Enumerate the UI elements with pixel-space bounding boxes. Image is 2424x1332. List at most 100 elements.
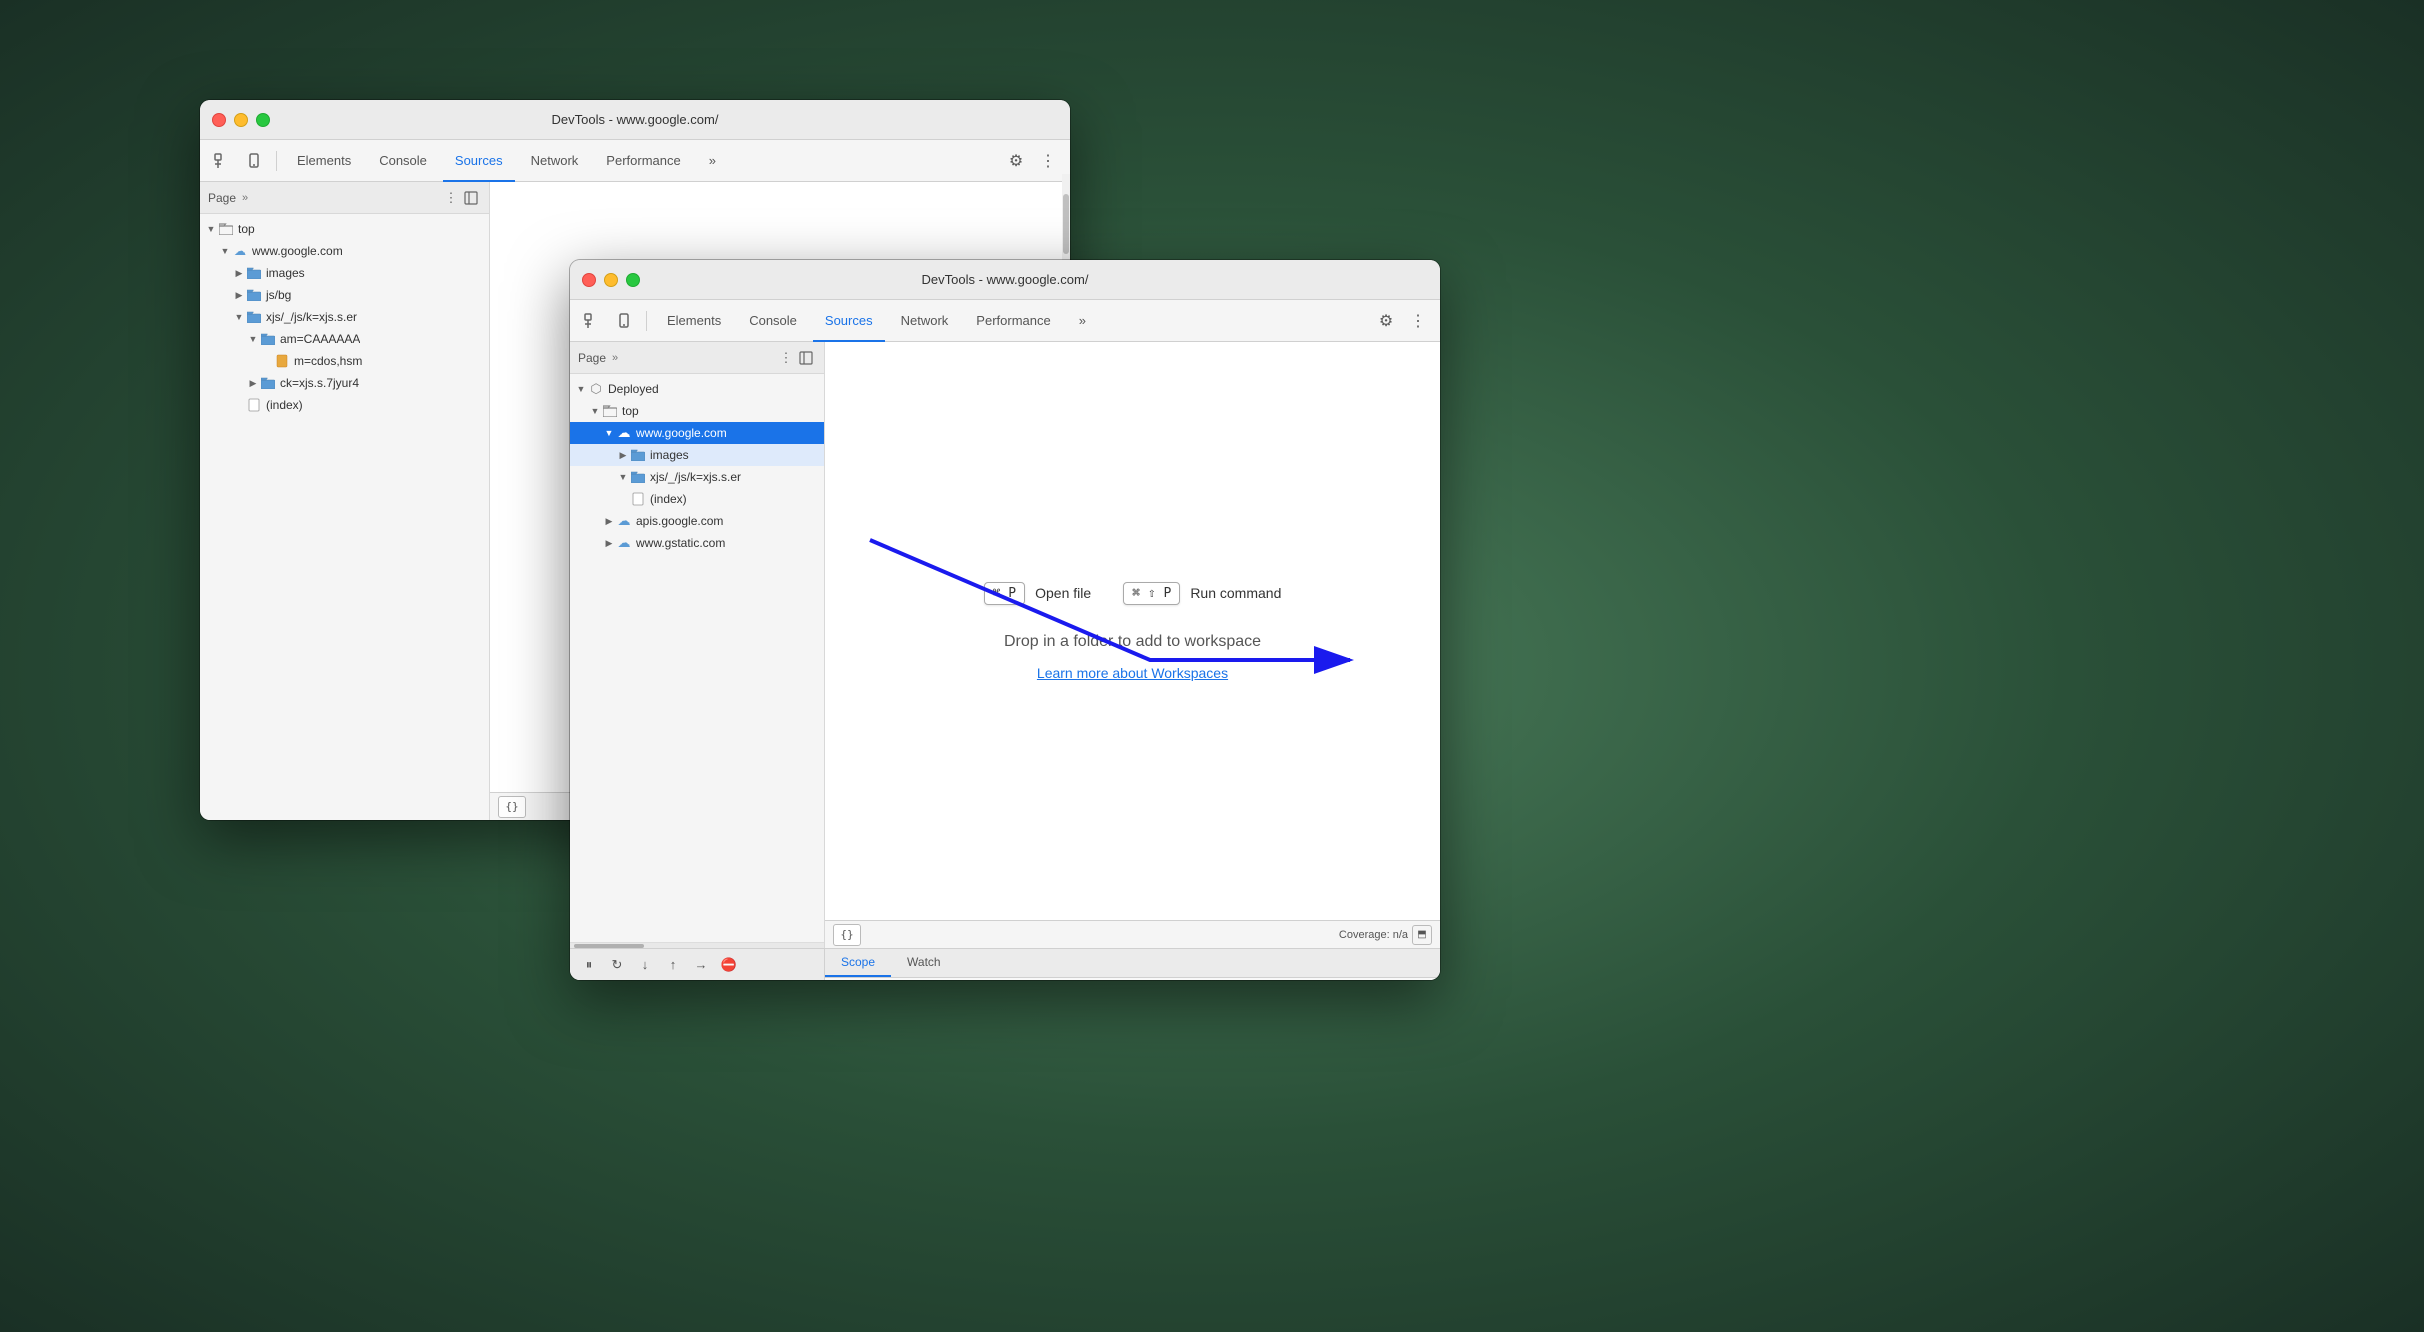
more-options-icon-front[interactable]: ⋮ [1404, 307, 1432, 335]
drop-text-front: Drop in a folder to add to workspace [1004, 633, 1261, 651]
mobile-icon-back[interactable] [240, 147, 268, 175]
settings-icon-back[interactable]: ⚙ [1002, 147, 1030, 175]
minimize-button-front[interactable] [604, 273, 618, 287]
tree-item-index-back[interactable]: ▶ (index) [200, 394, 489, 416]
tree-item-mcdos-back[interactable]: ▶ m=cdos,hsm [200, 350, 489, 372]
step-btn-front[interactable]: → [690, 954, 712, 976]
folder-icon-images [246, 265, 262, 281]
tab-more-front[interactable]: » [1067, 300, 1098, 342]
toolbar-front: Elements Console Sources Network Perform… [570, 300, 1440, 342]
cloud-icon-google: ☁ [232, 243, 248, 259]
debugger-sidebar-front: ⏸ ↻ ↓ ↑ → ⛔ ▼ Breakpoints Pause on uncau… [570, 949, 825, 980]
toolbar-sep-front [646, 311, 647, 331]
tree-item-deployed-front[interactable]: ▼ ⬡ Deployed [570, 378, 824, 400]
maximize-button-back[interactable] [256, 113, 270, 127]
tree-item-xjs-back[interactable]: ▼ xjs/_/js/k=xjs.s.er [200, 306, 489, 328]
tree-label: am=CAAAAAA [280, 332, 360, 346]
tree-label: js/bg [266, 288, 291, 302]
coverage-icon-front[interactable]: ⬒ [1412, 925, 1432, 945]
folder-icon-jsbg [246, 287, 262, 303]
tab-network-front[interactable]: Network [889, 300, 961, 342]
file-icon-mcdos [274, 353, 290, 369]
box-icon-deployed: ⬡ [588, 381, 604, 397]
right-panel-front: ⌘ P Open file ⌘ ⇧ P Run command Drop in … [825, 342, 1440, 948]
tree-label: images [266, 266, 305, 280]
title-bar-back: DevTools - www.google.com/ [200, 100, 1070, 140]
tree-item-google-back[interactable]: ▼ ☁ www.google.com [200, 240, 489, 262]
more-options-icon-back[interactable]: ⋮ [1034, 147, 1062, 175]
sidebar-page-label-front: Page [578, 351, 606, 365]
tree-item-images-front[interactable]: ▶ images [570, 444, 824, 466]
close-button-back[interactable] [212, 113, 226, 127]
tree-item-top-front[interactable]: ▼ top [570, 400, 824, 422]
tree-label: m=cdos,hsm [294, 354, 362, 368]
cloud-icon-apis-front: ☁ [616, 513, 632, 529]
tree-label: top [238, 222, 255, 236]
folder-icon-top [218, 221, 234, 237]
tab-sources-front[interactable]: Sources [813, 300, 885, 342]
tree-item-am-back[interactable]: ▼ am=CAAAAAA [200, 328, 489, 350]
mobile-icon-front[interactable] [610, 307, 638, 335]
tab-console-front[interactable]: Console [737, 300, 809, 342]
tab-sources-back[interactable]: Sources [443, 140, 515, 182]
kbd-cmd-p-front: ⌘ P [984, 582, 1025, 605]
cloud-icon-gstatic-front: ☁ [616, 535, 632, 551]
sidebar-menu-icon-back[interactable]: ⋮ [441, 188, 461, 208]
tab-elements-front[interactable]: Elements [655, 300, 733, 342]
step-into-btn-front[interactable]: ↓ [634, 954, 656, 976]
step-out-btn-front[interactable]: ↑ [662, 954, 684, 976]
watch-tab-front[interactable]: Watch [891, 949, 957, 977]
folder-icon-top-front [602, 403, 618, 419]
tree-item-apis-front[interactable]: ▶ ☁ apis.google.com [570, 510, 824, 532]
tree-item-google-front[interactable]: ▼ ☁ www.google.com [570, 422, 824, 444]
inspector-icon-back[interactable] [208, 147, 236, 175]
format-button-front[interactable]: {} [833, 924, 861, 946]
tree-label: (index) [650, 492, 687, 506]
tab-performance-back[interactable]: Performance [594, 140, 692, 182]
tree-item-jsbg-back[interactable]: ▶ js/bg [200, 284, 489, 306]
tab-network-back[interactable]: Network [519, 140, 591, 182]
shortcut-open-label-front: Open file [1035, 585, 1091, 601]
tab-more-back[interactable]: » [697, 140, 728, 182]
tree-label: xjs/_/js/k=xjs.s.er [266, 310, 357, 324]
pause-btn-front[interactable]: ⏸ [578, 954, 600, 976]
h-scrollbar-front [570, 942, 824, 948]
tree-label: xjs/_/js/k=xjs.s.er [650, 470, 741, 484]
deactivate-btn-front[interactable]: ⛔ [718, 954, 740, 976]
step-over-btn-front[interactable]: ↻ [606, 954, 628, 976]
maximize-button-front[interactable] [626, 273, 640, 287]
tab-elements-back[interactable]: Elements [285, 140, 363, 182]
tree-item-ck-back[interactable]: ▶ ck=xjs.s.7jyur4 [200, 372, 489, 394]
sidebar-more-label-front[interactable]: » [612, 352, 618, 364]
minimize-button-back[interactable] [234, 113, 248, 127]
h-scrollbar-thumb-front[interactable] [574, 944, 644, 948]
tree-item-index-front[interactable]: ▶ (index) [570, 488, 824, 510]
close-button-front[interactable] [582, 273, 596, 287]
kbd-cmd-shift-p-front: ⌘ ⇧ P [1123, 582, 1180, 605]
inspector-icon-front[interactable] [578, 307, 606, 335]
traffic-lights-front [582, 273, 640, 287]
settings-icon-front[interactable]: ⚙ [1372, 307, 1400, 335]
devtools-window-front: DevTools - www.google.com/ Elements Cons… [570, 260, 1440, 980]
sidebar-page-label-back: Page [208, 191, 236, 205]
folder-icon-images-front [630, 447, 646, 463]
tab-console-back[interactable]: Console [367, 140, 439, 182]
window-title-front: DevTools - www.google.com/ [922, 272, 1089, 287]
scope-tab-front[interactable]: Scope [825, 949, 891, 977]
sidebar-panel-icon-front[interactable] [796, 348, 816, 368]
sidebar-more-label-back[interactable]: » [242, 192, 248, 204]
tree-item-gstatic-front[interactable]: ▶ ☁ www.gstatic.com [570, 532, 824, 554]
tree-item-top-back[interactable]: ▼ top [200, 218, 489, 240]
tree-label: www.google.com [252, 244, 343, 258]
tree-item-images-back[interactable]: ▶ images [200, 262, 489, 284]
format-button-back[interactable]: {} [498, 796, 526, 818]
file-icon-index-front [630, 491, 646, 507]
tree-item-xjs-front[interactable]: ▼ xjs/_/js/k=xjs.s.er [570, 466, 824, 488]
learn-more-link-front[interactable]: Learn more about Workspaces [1037, 665, 1228, 681]
sidebar-header-back: Page » ⋮ [200, 182, 489, 214]
tab-performance-front[interactable]: Performance [964, 300, 1062, 342]
folder-icon-am [260, 331, 276, 347]
tree-label: top [622, 404, 639, 418]
sidebar-panel-icon-back[interactable] [461, 188, 481, 208]
sidebar-menu-icon-front[interactable]: ⋮ [776, 348, 796, 368]
